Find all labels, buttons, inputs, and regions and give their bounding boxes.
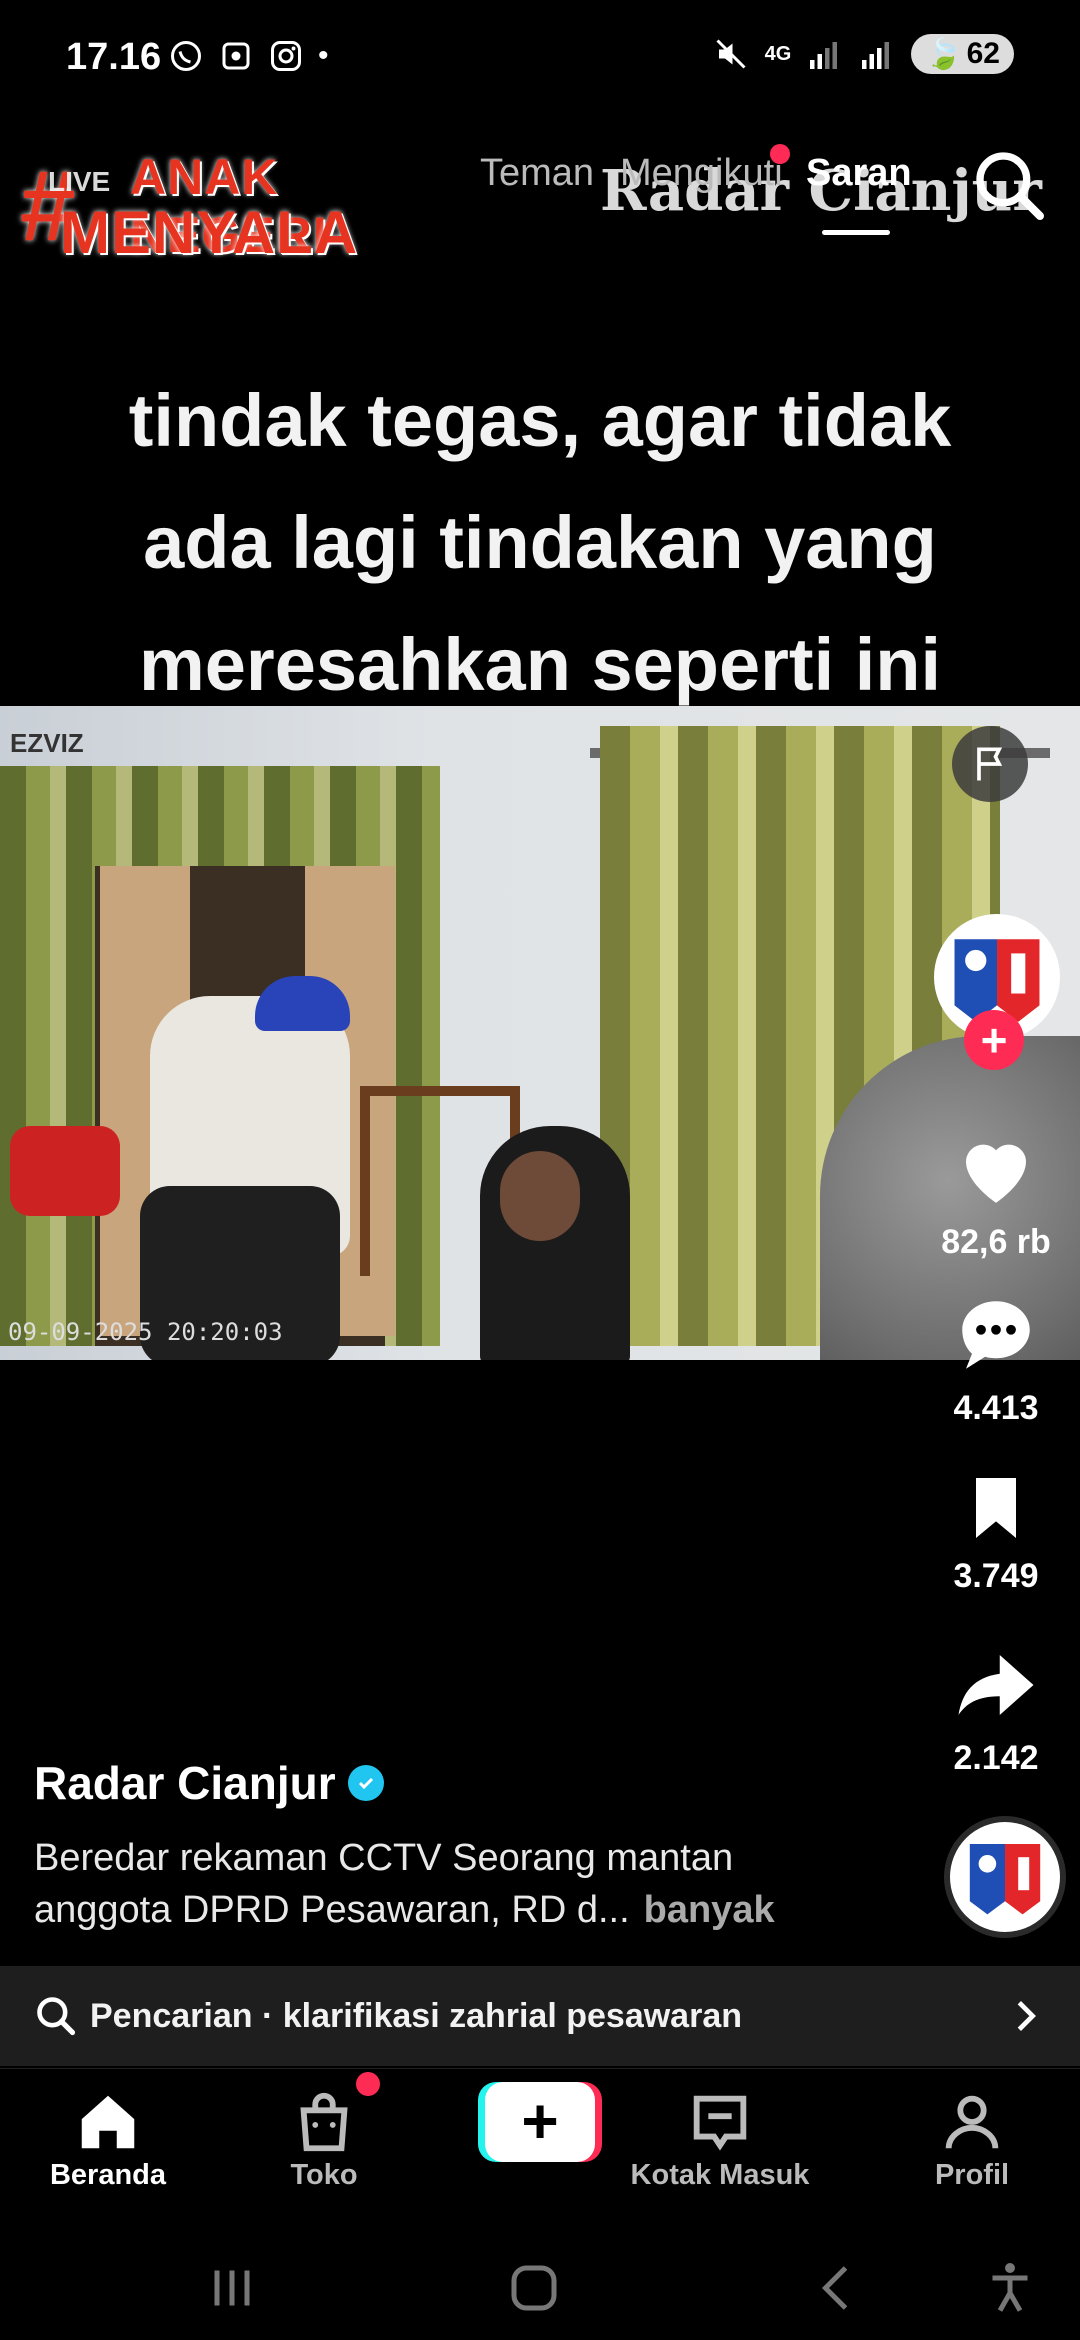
tab-saran[interactable]: Saran (806, 152, 912, 195)
camera-timestamp: 09-09-2025 20:20:03 (8, 1318, 283, 1346)
system-nav-bar (0, 2228, 1080, 2340)
description-line: Beredar rekaman CCTV Seorang mantan (34, 1837, 734, 1879)
top-nav: # ANAK NEGERI MENYALA LIVE Teman Radar C… (0, 140, 1080, 266)
dot-icon: • (318, 39, 329, 72)
battery-level: 62 (966, 37, 1000, 70)
share-button[interactable]: 2.142 (934, 1640, 1058, 1778)
instagram-icon (271, 41, 301, 71)
nav-shop[interactable]: Toko (234, 2087, 414, 2192)
verified-icon (347, 1765, 384, 1801)
leaf-icon: 🍃 (925, 37, 963, 71)
like-button[interactable]: 82,6 rb (934, 1124, 1058, 1262)
comment-button[interactable]: 4.413 (934, 1290, 1058, 1428)
video-caption: tindak tegas, agar tidak ada lagi tindak… (0, 360, 1080, 726)
status-bar: 17.16 • 4G 🍃 62 (0, 0, 1080, 120)
heart-icon (966, 1144, 1026, 1203)
comment-count: 4.413 (953, 1389, 1039, 1427)
nav-profile[interactable]: Profil (882, 2087, 1062, 2192)
share-count: 2.142 (953, 1739, 1039, 1777)
chevron-right-icon (1017, 2001, 1036, 2031)
signal-icon (810, 42, 838, 69)
radar-cianjur-logo (969, 1844, 1041, 1915)
author-row[interactable]: Radar Cianjur (34, 1756, 914, 1810)
caption-line: ada lagi tindakan yang (143, 501, 937, 584)
nav-profile-label: Profil (934, 2159, 1010, 2191)
sound-disc[interactable] (944, 1816, 1066, 1938)
see-more-link[interactable]: banyak (644, 1889, 775, 1931)
description-line: anggota DPRD Pesawaran, RD d... (34, 1889, 630, 1931)
home-nav-icon[interactable] (504, 2258, 564, 2318)
accessibility-icon[interactable] (980, 2258, 1040, 2318)
screenshot-icon (222, 42, 250, 70)
bookmark-button[interactable]: 3.749 (934, 1468, 1058, 1596)
camera-brand: EZVIZ (10, 728, 84, 758)
comment-icon (962, 1301, 1030, 1369)
shop-notification-dot (356, 2072, 380, 2096)
search-prefix: Pencarian (90, 1996, 253, 2035)
nav-shop-label: Toko (290, 2159, 358, 2191)
bookmark-count: 3.749 (953, 1557, 1039, 1595)
search-icon (37, 1997, 76, 2036)
search-suggestion-bar[interactable]: Pencarian · klarifikasi zahrial pesawara… (0, 1966, 1080, 2066)
video-player[interactable]: EZVIZ 09-09-2025 20:20:03 (0, 706, 1080, 1360)
live-button[interactable]: LIVE (48, 166, 110, 198)
nav-home[interactable]: Beranda (18, 2087, 198, 2192)
recent-apps-icon[interactable] (202, 2258, 262, 2318)
profile-icon (945, 2095, 999, 2149)
nav-home-label: Beranda (49, 2159, 167, 2191)
post-description[interactable]: Beredar rekaman CCTV Seorang mantan angg… (34, 1832, 914, 1936)
search-separator: · (252, 1996, 283, 2035)
network-type: 4G (764, 42, 792, 65)
search-suggestion-text: Pencarian · klarifikasi zahrial pesawara… (90, 1997, 742, 2036)
back-icon[interactable] (808, 2258, 868, 2318)
status-app-icons: • (168, 38, 329, 74)
red-cloth (10, 1126, 120, 1216)
seated-person-face (500, 1151, 580, 1241)
nav-inbox[interactable]: Kotak Masuk (630, 2087, 810, 2192)
inbox-icon (693, 2095, 747, 2151)
overlay-brand-sticker: # ANAK NEGERI MENYALA LIVE (20, 146, 460, 266)
home-icon (81, 2095, 135, 2149)
search-query: klarifikasi zahrial pesawaran (282, 1996, 742, 2035)
brand-line2: MENYALA (60, 199, 359, 266)
whatsapp-icon (171, 41, 201, 71)
report-button[interactable] (952, 726, 1028, 802)
follow-button[interactable]: + (964, 1010, 1024, 1070)
create-button[interactable]: + (478, 2082, 602, 2162)
share-icon (958, 1655, 1034, 1715)
status-time: 17.16 (66, 36, 162, 78)
plus-icon: + (485, 2082, 595, 2162)
status-right: 4G 🍃 62 (713, 34, 1014, 74)
tab-mengikuti[interactable]: Mengikuti (620, 152, 783, 195)
like-count: 82,6 rb (941, 1223, 1051, 1261)
post-info: Radar Cianjur Beredar rekaman CCTV Seora… (34, 1756, 914, 1936)
nav-inbox-label: Kotak Masuk (630, 2159, 810, 2191)
author-name[interactable]: Radar Cianjur (34, 1756, 336, 1810)
flag-icon (977, 747, 1003, 781)
shopping-bag-icon (300, 2092, 348, 2152)
tab-teman[interactable]: Teman (480, 152, 594, 195)
active-tab-indicator (822, 230, 890, 235)
mengikuti-notification-dot (770, 144, 790, 164)
bookmark-icon (976, 1478, 1016, 1538)
search-icon[interactable] (970, 146, 1050, 226)
mute-icon (716, 39, 746, 69)
caption-line: tindak tegas, agar tidak (128, 379, 952, 462)
battery-indicator: 🍃 62 (911, 34, 1014, 74)
signal-icon-2 (862, 42, 890, 69)
